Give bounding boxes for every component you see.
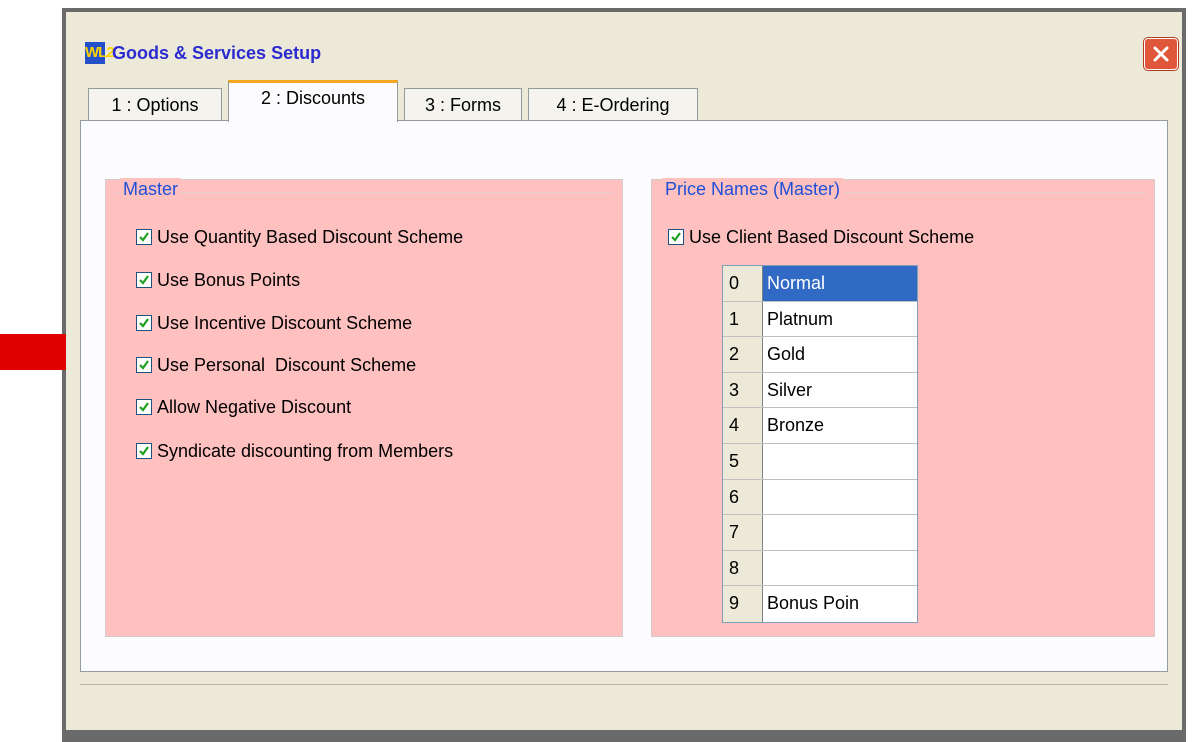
row-number: 3 [723, 372, 763, 408]
checkmark-icon [139, 232, 149, 242]
checkmark-icon [139, 360, 149, 370]
price-name-cell[interactable] [763, 515, 917, 550]
tab-discounts[interactable]: 2 : Discounts [228, 80, 398, 122]
tab-strip: 1 : Options 2 : Discounts 3 : Forms 4 : … [66, 74, 1182, 122]
grid-row[interactable]: 1 Platnum [723, 301, 917, 338]
close-button[interactable] [1144, 38, 1178, 70]
grid-row[interactable]: 4 Bronze [723, 408, 917, 444]
price-names-group: Price Names (Master) Use Client Based Di… [651, 178, 1155, 637]
checkbox[interactable] [136, 399, 152, 415]
row-number: 1 [723, 301, 763, 337]
option-label: Syndicate discounting from Members [157, 441, 454, 461]
price-name-cell[interactable]: Bronze [763, 408, 917, 443]
option-label: Use Incentive Discount Scheme [157, 313, 413, 333]
price-name-cell[interactable]: Platnum [763, 302, 917, 337]
row-number: 9 [723, 586, 763, 622]
price-name-cell[interactable]: Bonus Poin [763, 586, 917, 622]
close-icon [1153, 46, 1169, 62]
row-number: 2 [723, 337, 763, 372]
checkbox[interactable] [136, 443, 152, 459]
grid-row[interactable]: 7 [723, 515, 917, 551]
group-border-line [114, 192, 614, 193]
price-names-group-title: Price Names (Master) [662, 178, 844, 200]
price-name-cell[interactable]: Gold [763, 337, 917, 372]
master-group-title: Master [120, 178, 182, 200]
row-number: 0 [723, 266, 763, 301]
use-quantity-based-discount-option[interactable]: Use Quantity Based Discount Scheme [136, 226, 596, 250]
window-title: Goods & Services Setup [112, 43, 322, 63]
grid-row[interactable]: 2 Gold [723, 337, 917, 373]
price-name-cell[interactable] [763, 551, 917, 586]
checkmark-icon [139, 275, 149, 285]
grid-row[interactable]: 6 [723, 479, 917, 516]
price-name-cell[interactable] [763, 444, 917, 479]
use-personal-discount-option[interactable]: Use Personal Discount Scheme [136, 354, 596, 378]
use-incentive-discount-option[interactable]: Use Incentive Discount Scheme [136, 312, 596, 336]
tab-e-ordering[interactable]: 4 : E-Ordering [528, 88, 698, 120]
title-bar[interactable]: WL2 Goods & Services Setup [66, 12, 1182, 72]
checkbox[interactable] [668, 229, 684, 245]
goods-services-setup-window: WL2 Goods & Services Setup 1 : Options 2… [66, 12, 1182, 730]
checkbox[interactable] [136, 357, 152, 373]
checkmark-icon [139, 318, 149, 328]
row-number: 6 [723, 479, 763, 515]
tab-forms[interactable]: 3 : Forms [404, 88, 522, 120]
row-number: 7 [723, 515, 763, 550]
row-number: 4 [723, 408, 763, 443]
option-label: Use Personal Discount Scheme [157, 355, 417, 375]
use-client-based-discount-option[interactable]: Use Client Based Discount Scheme [668, 226, 1128, 250]
checkmark-icon [139, 446, 149, 456]
option-label: Use Client Based Discount Scheme [689, 227, 975, 247]
syndicate-discounting-option[interactable]: Syndicate discounting from Members [136, 440, 596, 464]
app-icon: WL2 [85, 42, 115, 64]
option-label: Use Bonus Points [157, 270, 301, 290]
checkbox[interactable] [136, 315, 152, 331]
price-name-cell[interactable]: Silver [763, 373, 917, 408]
price-name-cell[interactable] [763, 480, 917, 515]
status-bar [80, 684, 1168, 727]
checkbox[interactable] [136, 272, 152, 288]
price-name-cell[interactable]: Normal [763, 266, 917, 301]
allow-negative-discount-option[interactable]: Allow Negative Discount [136, 396, 596, 420]
checkmark-icon [139, 402, 149, 412]
tab-options[interactable]: 1 : Options [88, 88, 222, 120]
checkbox[interactable] [136, 229, 152, 245]
checkmark-icon [671, 232, 681, 242]
row-number: 5 [723, 444, 763, 479]
price-names-grid: 0 Normal 1 Platnum 2 Gold 3 Silver 4 Bro… [722, 265, 918, 623]
grid-row[interactable]: 3 Silver [723, 372, 917, 409]
grid-row[interactable]: 5 [723, 444, 917, 480]
option-label: Use Quantity Based Discount Scheme [157, 227, 464, 247]
discounts-tab-panel: Master Use Quantity Based Discount Schem… [80, 120, 1168, 672]
option-label: Allow Negative Discount [157, 397, 352, 417]
row-number: 8 [723, 550, 763, 586]
use-bonus-points-option[interactable]: Use Bonus Points [136, 269, 596, 293]
master-group: Master Use Quantity Based Discount Schem… [105, 178, 623, 637]
grid-row[interactable]: 9 Bonus Poin [723, 586, 917, 622]
grid-row[interactable]: 0 Normal [723, 266, 917, 302]
grid-row[interactable]: 8 [723, 550, 917, 587]
